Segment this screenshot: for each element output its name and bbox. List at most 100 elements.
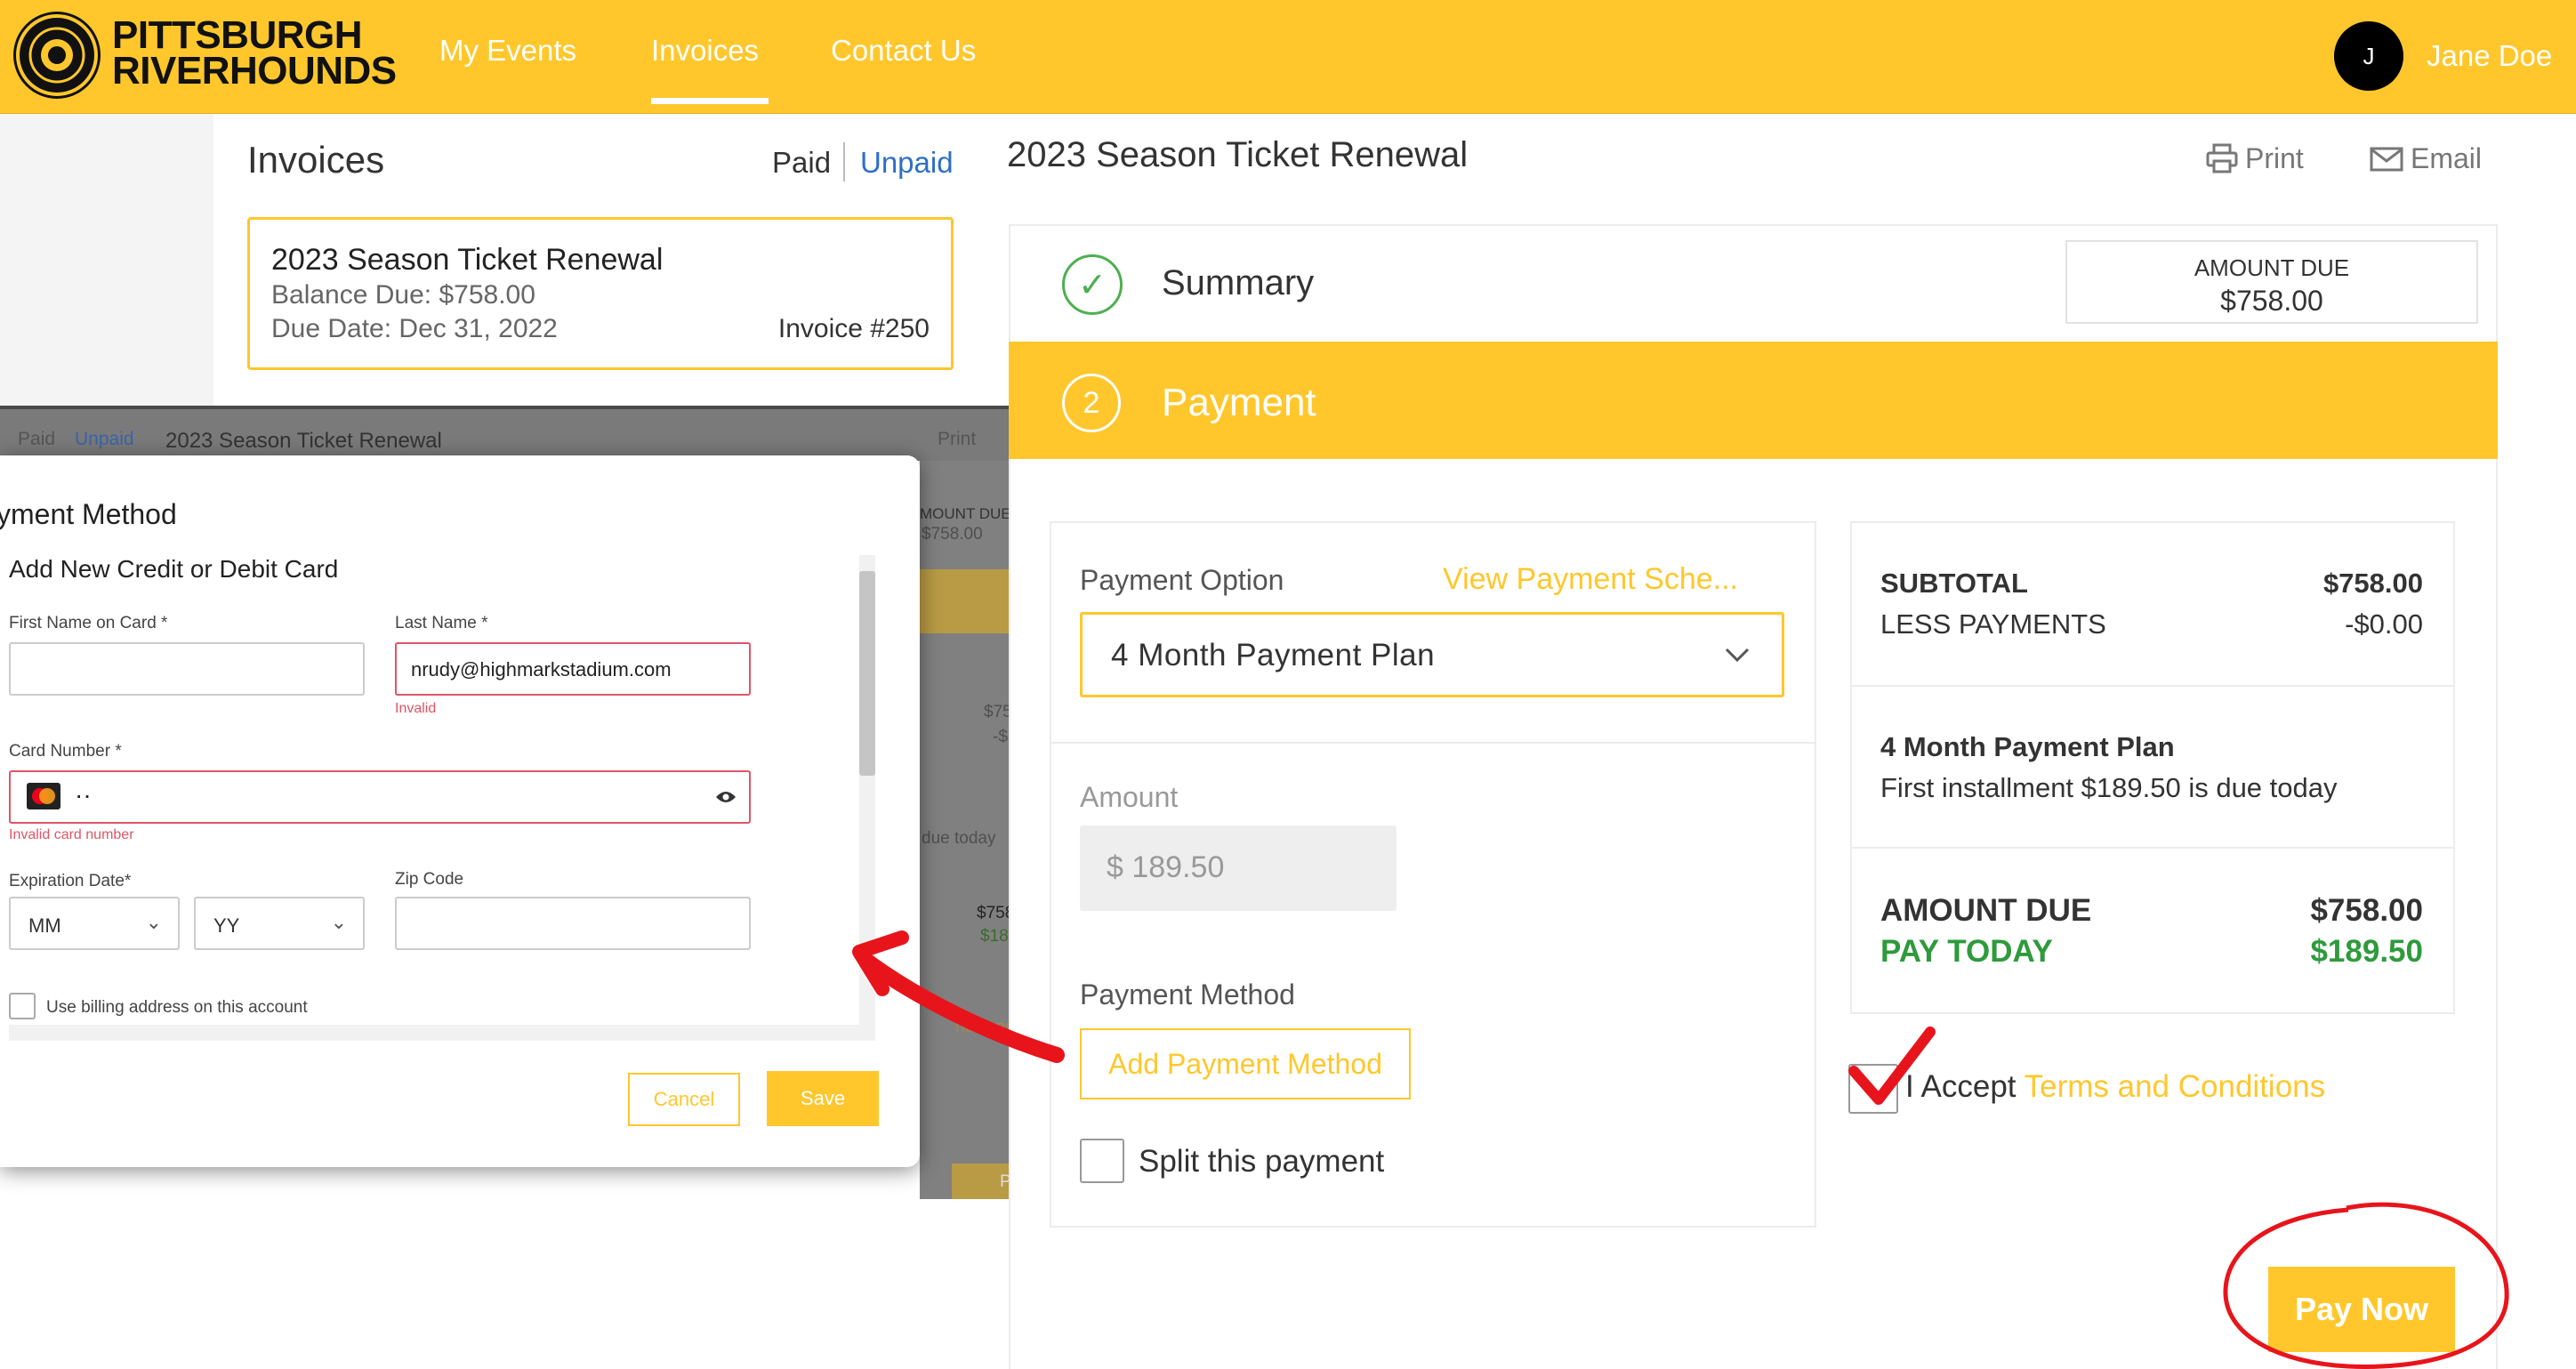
envelope-icon — [2370, 147, 2403, 172]
less-payments-label: LESS PAYMENTS — [1880, 608, 2106, 640]
embedded-screenshot-background: MOUNT DUE $758.00 $75 -$ due today $758 … — [920, 461, 1038, 1199]
last-name-error: Invalid — [395, 701, 437, 716]
strip-title: 2023 Season Ticket Renewal — [165, 429, 442, 453]
split-payment-label: Split this payment — [1139, 1144, 1385, 1179]
last-name-label: Last Name * — [395, 614, 488, 632]
email-button[interactable]: Email — [2370, 142, 2482, 175]
card-number-input[interactable]: ·· — [9, 770, 751, 824]
mastercard-icon — [27, 783, 60, 809]
amount-value: $ 189.50 — [1107, 850, 1225, 884]
month-value: MM — [28, 914, 61, 937]
last-name-input[interactable]: nrudy@highmarkstadium.com — [395, 642, 751, 696]
nav-my-events[interactable]: My Events — [439, 34, 576, 68]
invoice-card[interactable]: 2023 Season Ticket Renewal Balance Due: … — [247, 217, 954, 370]
last-name-value: nrudy@highmarkstadium.com — [411, 658, 672, 680]
invoices-heading: Invoices — [247, 139, 385, 181]
split-payment-checkbox[interactable] — [1080, 1139, 1124, 1183]
email-label: Email — [2411, 142, 2483, 174]
pay-today-label: PAY TODAY — [1880, 934, 2053, 969]
payment-plan-select[interactable]: 4 Month Payment Plan — [1080, 612, 1784, 697]
filter-unpaid[interactable]: Unpaid — [860, 146, 954, 180]
summary-divider-1 — [1850, 685, 2455, 687]
show-number-eye-icon[interactable] — [715, 790, 737, 804]
amount-due-value: $758.00 — [2220, 285, 2323, 317]
add-payment-method-button[interactable]: Add Payment Method — [1080, 1028, 1411, 1099]
terms-link[interactable]: Terms and Conditions — [2025, 1069, 2326, 1104]
chevron-down-icon: ⌄ — [330, 911, 347, 933]
zip-label: Zip Code — [395, 870, 464, 889]
chevron-down-icon — [1725, 648, 1750, 663]
payment-option-label: Payment Option — [1080, 564, 1284, 596]
nav-contact-us[interactable]: Contact Us — [831, 34, 976, 68]
plan-title: 4 Month Payment Plan — [1880, 731, 2175, 762]
user-avatar[interactable]: J — [2334, 21, 2403, 91]
strip-print: Print — [938, 429, 977, 449]
strip-paid: Paid — [18, 429, 56, 449]
user-name[interactable]: Jane Doe — [2427, 39, 2552, 73]
summary-amount-due-label: AMOUNT DUE — [1880, 893, 2092, 928]
pay-now-button[interactable]: Pay Now — [2268, 1267, 2455, 1352]
invoice-title: 2023 Season Ticket Renewal — [271, 243, 664, 277]
invoice-detail-title: 2023 Season Ticket Renewal — [1007, 135, 1469, 174]
accept-prefix: I Accept — [1905, 1069, 2017, 1104]
expiration-month-select[interactable]: MM ⌄ — [9, 897, 180, 950]
modal-scroll-thumb[interactable] — [859, 571, 875, 776]
first-name-label: First Name on Card * — [9, 614, 168, 632]
left-gutter — [0, 114, 213, 416]
zip-input[interactable] — [395, 897, 751, 950]
payment-step-number: 2 — [1062, 374, 1121, 432]
strip-unpaid: Unpaid — [75, 429, 134, 449]
bg-amount-due: MOUNT DUE — [920, 505, 1011, 522]
brand-line-2: RIVERHOUNDS — [112, 49, 397, 93]
invoice-number: Invoice #250 — [777, 314, 930, 343]
card-number-label: Card Number * — [9, 742, 122, 761]
riverhounds-logo[interactable] — [16, 14, 98, 96]
bg-due-today: due today — [922, 829, 996, 848]
payment-plan-value: 4 Month Payment Plan — [1111, 638, 1436, 672]
filter-divider — [843, 142, 845, 181]
summary-divider-2 — [1850, 847, 2455, 849]
amount-due-box: AMOUNT DUE $758.00 — [2065, 240, 2478, 324]
card-number-value: ·· — [75, 781, 92, 809]
payment-step-label: Payment — [1162, 381, 1316, 424]
modal-horizontal-scrollbar[interactable] — [9, 1025, 859, 1041]
subtotal-value: $758.00 — [2322, 568, 2423, 599]
payment-method-label: Payment Method — [1080, 978, 1295, 1011]
modal-subtitle: Add New Credit or Debit Card — [9, 555, 339, 583]
billing-address-checkbox[interactable] — [9, 993, 36, 1019]
expiration-year-select[interactable]: YY ⌄ — [194, 897, 365, 950]
accept-terms-label: I Accept Terms and Conditions — [1905, 1069, 2325, 1105]
payment-method-modal: yment Method Add New Credit or Debit Car… — [0, 455, 920, 1167]
summary-step-label[interactable]: Summary — [1162, 263, 1314, 303]
nav-active-indicator — [651, 98, 769, 104]
pay-today-value: $189.50 — [2310, 934, 2423, 969]
save-button[interactable]: Save — [767, 1071, 879, 1126]
bg-value-1: $75 — [984, 703, 1012, 721]
year-value: YY — [213, 914, 240, 937]
nav-invoices[interactable]: Invoices — [651, 34, 759, 68]
bg-value-2: -$ — [993, 728, 1008, 746]
summary-complete-check-icon: ✓ — [1062, 254, 1123, 315]
invoice-due-date: Due Date: Dec 31, 2022 — [271, 314, 558, 343]
bg-pay-button: Pay I — [952, 1164, 1038, 1199]
accept-terms-checkbox[interactable] — [1848, 1064, 1898, 1114]
printer-icon — [2206, 143, 2238, 173]
bg-payment-bar — [920, 569, 1016, 633]
amount-label: Amount — [1080, 781, 1179, 813]
brand-name[interactable]: PITTSBURGH RIVERHOUNDS — [112, 16, 397, 93]
bg-amount-due-value: $758.00 — [922, 525, 983, 544]
chevron-down-icon: ⌄ — [145, 911, 162, 933]
view-payment-schedule-link[interactable]: View Payment Sche... — [1443, 562, 1738, 597]
modal-title: yment Method — [0, 498, 177, 530]
subtotal-label: SUBTOTAL — [1880, 568, 2028, 599]
bg-value-4: $18 — [980, 927, 1009, 946]
less-payments-value: -$0.00 — [2345, 608, 2423, 640]
filter-paid[interactable]: Paid — [772, 146, 831, 180]
print-label: Print — [2245, 142, 2304, 174]
amount-input: $ 189.50 — [1080, 825, 1397, 911]
option-divider — [1050, 742, 1816, 744]
first-name-input[interactable] — [9, 642, 365, 696]
cancel-button[interactable]: Cancel — [628, 1073, 740, 1126]
print-button[interactable]: Print — [2206, 142, 2304, 175]
embedded-screenshot-header: Paid Unpaid 2023 Season Ticket Renewal P… — [0, 406, 1016, 461]
